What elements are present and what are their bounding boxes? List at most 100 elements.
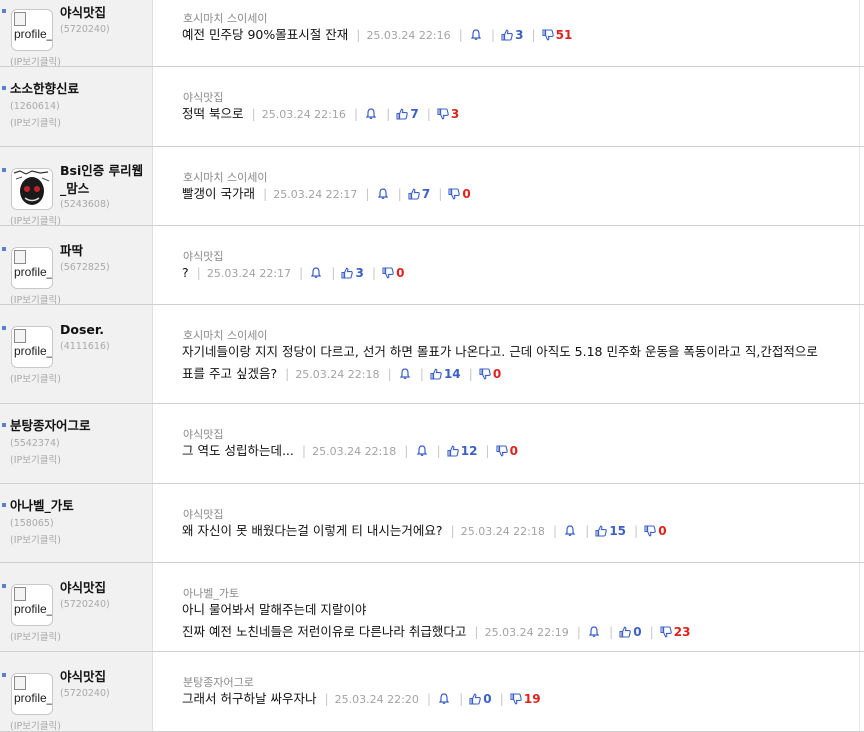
- upvote-count[interactable]: 3: [515, 28, 523, 42]
- thumbs-up-icon[interactable]: [501, 29, 513, 41]
- separator: |: [353, 106, 359, 121]
- thumbs-up-icon[interactable]: [595, 525, 608, 537]
- ip-view-link[interactable]: (IP보기클릭): [10, 718, 61, 732]
- separator: |: [552, 523, 558, 538]
- upvote-count[interactable]: 7: [410, 107, 418, 121]
- thumbs-up-icon[interactable]: [619, 626, 632, 638]
- ip-view-link[interactable]: (IP보기클릭): [10, 115, 61, 129]
- thumbs-down-icon[interactable]: [644, 525, 657, 537]
- ip-view-link[interactable]: (IP보기클릭): [10, 532, 61, 546]
- thumbs-down-icon[interactable]: [542, 29, 554, 41]
- avatar[interactable]: profile_: [11, 584, 53, 626]
- avatar[interactable]: [11, 168, 53, 210]
- comment-meta: | 25.03.24 22:18 | | 14 | 0: [277, 366, 501, 381]
- thumbs-down-icon[interactable]: [437, 108, 449, 120]
- downvote-count[interactable]: 19: [524, 692, 541, 706]
- thumbs-down-icon[interactable]: [479, 368, 491, 380]
- downvote-count[interactable]: 0: [658, 524, 666, 538]
- downvote-count[interactable]: 0: [396, 266, 404, 280]
- downvote-count[interactable]: 51: [556, 28, 573, 42]
- report-icon[interactable]: [416, 445, 427, 456]
- comment-content: 야식맛집 그 역도 성립하는데... | 25.03.24 22:18 | | 12 | 0: [152, 404, 864, 483]
- comment-text: 빨갱이 국가래: [182, 186, 255, 201]
- ip-view-link[interactable]: (IP보기클릭): [10, 629, 61, 643]
- avatar[interactable]: profile_: [11, 9, 53, 51]
- thumbs-up-icon[interactable]: [396, 108, 409, 120]
- comment-meta: | 25.03.24 22:16 | | 3 | 51: [348, 27, 572, 42]
- nickname[interactable]: 분탕종자어그로: [10, 417, 91, 434]
- report-icon[interactable]: [439, 693, 450, 704]
- thumbs-down-icon[interactable]: [496, 445, 508, 457]
- avatar[interactable]: profile_: [11, 673, 53, 715]
- ip-view-link[interactable]: (IP보기클릭): [10, 54, 61, 68]
- bullet-icon: [2, 584, 6, 588]
- upvote-count[interactable]: 15: [609, 524, 626, 538]
- thumbs-down-icon[interactable]: [382, 267, 394, 279]
- report-icon[interactable]: [565, 525, 576, 536]
- bullet-icon: [2, 503, 6, 507]
- downvote-count[interactable]: 0: [493, 367, 501, 381]
- ip-view-link[interactable]: (IP보기클릭): [10, 213, 61, 227]
- separator: |: [299, 265, 304, 280]
- nickname[interactable]: Doser.: [60, 321, 104, 338]
- comment-date: 25.03.24 22:18: [295, 368, 380, 381]
- separator: |: [324, 691, 329, 706]
- user-info: 아나벨_가토 (158065) (IP보기클릭): [0, 484, 153, 562]
- nickname[interactable]: 야식맛집: [60, 4, 106, 21]
- downvote-count[interactable]: 0: [510, 444, 518, 458]
- comment-meta: | 25.03.24 22:19 | | 0 | 23: [466, 624, 690, 639]
- thumbs-up-icon[interactable]: [341, 267, 354, 279]
- avatar[interactable]: profile_: [11, 326, 53, 368]
- nickname[interactable]: 파딱: [60, 242, 83, 259]
- broken-image-icon: [14, 250, 26, 264]
- downvote-count[interactable]: 23: [674, 625, 691, 639]
- upvote-count[interactable]: 0: [633, 625, 641, 639]
- bullet-icon: [2, 168, 6, 172]
- upvote-count[interactable]: 14: [444, 367, 461, 381]
- upvote-count[interactable]: 0: [483, 692, 491, 706]
- downvote-count[interactable]: 0: [462, 187, 470, 201]
- report-icon[interactable]: [589, 626, 599, 637]
- upvote-count[interactable]: 3: [355, 266, 363, 280]
- thumbs-down-icon[interactable]: [510, 693, 522, 705]
- report-icon[interactable]: [377, 188, 388, 199]
- thumbs-up-icon[interactable]: [430, 368, 442, 380]
- user-id: (5243608): [60, 199, 110, 210]
- separator: |: [499, 691, 504, 706]
- report-icon[interactable]: [470, 29, 481, 40]
- thumbs-down-icon[interactable]: [448, 188, 461, 200]
- report-icon[interactable]: [311, 267, 322, 278]
- thumbs-down-icon[interactable]: [660, 626, 672, 638]
- thumbs-up-icon[interactable]: [447, 445, 459, 457]
- downvote-count[interactable]: 3: [451, 107, 459, 121]
- comment-date: 25.03.24 22:20: [334, 693, 419, 706]
- comment-content: 야식맛집? | 25.03.24 22:17 | | 3 | 0: [152, 226, 864, 304]
- nickname[interactable]: 아나벨_가토: [10, 497, 74, 514]
- ip-view-link[interactable]: (IP보기클릭): [10, 292, 61, 306]
- nickname[interactable]: 야식맛집: [60, 579, 106, 596]
- comment-text: 자기네들이랑 지지 정당이 다르고, 선거 하면 몰표가 나온다고. 근데 아직…: [182, 344, 818, 359]
- avatar-alt-text: profile_: [14, 265, 53, 279]
- comment-meta: | 25.03.24 22:18 | | 15 | 0: [442, 523, 666, 538]
- upvote-count[interactable]: 7: [422, 187, 430, 201]
- bullet-icon: [2, 9, 6, 13]
- upvote-count[interactable]: 12: [461, 444, 478, 458]
- ip-view-link[interactable]: (IP보기클릭): [10, 452, 61, 466]
- avatar[interactable]: profile_: [11, 247, 53, 289]
- thumbs-up-icon[interactable]: [408, 188, 420, 200]
- separator: |: [387, 366, 392, 381]
- comment-text: ?: [182, 265, 189, 280]
- comment-body: 정떡 북으로 | 25.03.24 22:16 | | 7 | 3: [182, 103, 864, 126]
- separator: |: [436, 443, 441, 458]
- nickname[interactable]: _맘스: [60, 180, 89, 197]
- comment-body: 자기네들이랑 지지 정당이 다르고, 선거 하면 몰표가 나온다고. 근데 아직…: [182, 341, 864, 386]
- nickname[interactable]: Bsi인증 루리웹: [60, 162, 143, 179]
- avatar-alt-text: profile_: [14, 691, 53, 705]
- ip-view-link[interactable]: (IP보기클릭): [10, 371, 61, 385]
- nickname[interactable]: 소소한향신료: [10, 80, 79, 97]
- report-icon[interactable]: [399, 368, 410, 379]
- thumbs-up-icon[interactable]: [469, 693, 482, 705]
- nickname[interactable]: 야식맛집: [60, 668, 106, 685]
- report-icon[interactable]: [366, 108, 377, 119]
- separator: |: [419, 366, 424, 381]
